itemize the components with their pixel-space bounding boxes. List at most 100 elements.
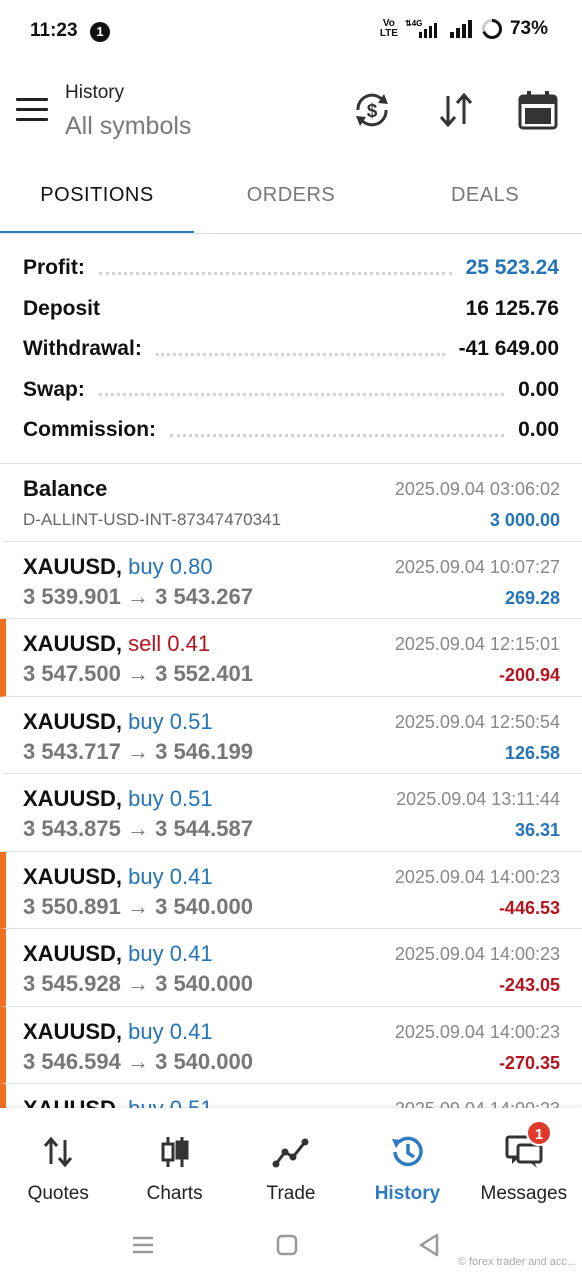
summary-label: Swap: — [23, 377, 85, 401]
position-title: XAUUSD, sell 0.41 — [23, 631, 210, 657]
position-side: buy 0.51 — [128, 1096, 212, 1108]
volte-icon: Vo LTE — [379, 18, 398, 39]
position-title: XAUUSD, buy 0.51 — [23, 1096, 213, 1108]
position-prices: 3 546.594 → 3 540.000 — [23, 1048, 253, 1074]
position-row[interactable]: XAUUSD, buy 0.41 3 545.928 → 3 540.000 202… — [0, 929, 582, 1007]
tab-positions[interactable]: POSITIONS — [0, 164, 194, 234]
position-profit: 36.31 — [514, 820, 560, 840]
position-profit: 126.58 — [504, 742, 560, 763]
position-symbol: XAUUSD, — [23, 553, 123, 579]
position-side-label: buy — [128, 553, 164, 579]
svg-text:$: $ — [367, 101, 378, 122]
balance-row[interactable]: Balance D-ALLINT-USD-INT-87347470341 202… — [0, 464, 582, 542]
position-time: 2025.09.04 14:00:23 — [395, 1099, 560, 1108]
tab-orders[interactable]: ORDERS — [194, 164, 388, 234]
position-volume: 0.41 — [169, 1018, 213, 1044]
signal-bars-icon — [449, 20, 472, 38]
nav-charts[interactable]: Charts — [116, 1108, 232, 1212]
position-side-label: buy — [128, 1018, 164, 1044]
home-icon[interactable] — [274, 1232, 300, 1258]
position-prices: 3 550.891 → 3 540.000 — [23, 893, 253, 919]
system-navigation-bar: © forex trader and acc... — [0, 1212, 582, 1280]
nav-label: Quotes — [27, 1183, 89, 1204]
summary-value: 0.00 — [518, 418, 559, 442]
position-title: XAUUSD, buy 0.51 — [23, 709, 213, 735]
nav-label: History — [374, 1183, 441, 1204]
summary-label: Withdrawal: — [23, 337, 142, 361]
position-row[interactable]: XAUUSD, buy 0.41 3 550.891 → 3 540.000 202… — [0, 851, 582, 929]
position-side-label: sell — [128, 631, 162, 656]
position-time: 2025.09.04 12:50:54 — [394, 711, 560, 732]
watermark: © forex trader and acc... — [457, 1256, 576, 1268]
summary-value: 25 523.24 — [465, 256, 559, 280]
dotted-leader — [155, 352, 445, 356]
summary-label: Deposit — [23, 296, 101, 320]
position-profit: -446.53 — [498, 897, 560, 918]
nav-trade[interactable]: Trade — [233, 1108, 349, 1212]
position-time: 2025.09.04 13:11:44 — [396, 789, 560, 809]
position-row[interactable]: XAUUSD, buy 0.51 3 543.875 → 3 544.587 202… — [0, 774, 582, 852]
position-volume: 0.80 — [169, 553, 213, 579]
positions-list[interactable]: Balance D-ALLINT-USD-INT-87347470341 202… — [0, 464, 582, 1108]
position-row[interactable]: XAUUSD, buy 0.41 3 546.594 → 3 540.000 202… — [0, 1006, 582, 1084]
dotted-leader — [98, 393, 505, 397]
position-volume: 0.51 — [170, 1096, 213, 1108]
balance-account: D-ALLINT-USD-INT-87347470341 — [23, 510, 281, 529]
summary-swap: Swap: 0.00 — [0, 370, 582, 411]
position-title: XAUUSD, buy 0.41 — [23, 941, 213, 967]
balance-amount: 3 000.00 — [489, 510, 560, 530]
tab-deals[interactable]: DEALS — [388, 164, 582, 234]
balance-title: Balance — [23, 476, 108, 501]
position-row[interactable]: XAUUSD, buy 0.51 2025.09.04 14:00:23 — [0, 1084, 582, 1108]
notification-count-icon: 1 — [90, 22, 110, 42]
nav-messages[interactable]: Messages 1 — [466, 1108, 582, 1212]
bottom-navigation: Quotes Charts Trade History Messages 1 — [0, 1108, 582, 1212]
position-side: buy 0.41 — [128, 1019, 212, 1044]
sort-arrows-icon[interactable] — [434, 88, 478, 132]
position-time: 2025.09.04 12:15:01 — [394, 634, 560, 654]
page-title: History — [65, 82, 125, 103]
currency-refresh-icon[interactable]: $ — [350, 88, 394, 132]
status-icons: Vo LTE ⇅4G 73% — [380, 18, 548, 40]
position-volume: 0.41 — [169, 863, 213, 889]
position-prices: 3 543.717 → 3 546.199 — [23, 738, 253, 764]
position-row[interactable]: XAUUSD, sell 0.41 3 547.500 → 3 552.401 20… — [0, 619, 582, 697]
position-symbol: XAUUSD, — [23, 941, 123, 966]
messages-badge: 1 — [526, 1120, 553, 1146]
position-symbol: XAUUSD, — [23, 786, 123, 811]
nav-label: Messages — [480, 1183, 568, 1204]
position-prices: 3 539.901 → 3 543.267 — [23, 583, 253, 609]
position-row[interactable]: XAUUSD, buy 0.80 3 539.901 → 3 543.267 202… — [0, 542, 582, 619]
nav-quotes[interactable]: Quotes — [0, 1108, 116, 1212]
symbol-filter[interactable]: All symbols — [65, 112, 191, 141]
summary-label: Profit: — [23, 256, 85, 280]
position-profit: -243.05 — [498, 975, 560, 995]
nav-history[interactable]: History — [349, 1108, 465, 1212]
position-row[interactable]: XAUUSD, buy 0.51 3 543.717 → 3 546.199 202… — [0, 697, 582, 774]
recents-icon[interactable] — [130, 1232, 156, 1258]
quotes-arrows-icon — [44, 1136, 73, 1168]
position-symbol: XAUUSD, — [23, 863, 123, 889]
position-symbol: XAUUSD, — [23, 708, 123, 734]
summary-value: 0.00 — [518, 377, 559, 401]
nav-label: Trade — [266, 1183, 316, 1204]
position-side: buy 0.80 — [128, 554, 212, 579]
app-bar: History All symbols $ — [0, 64, 582, 164]
dotted-leader — [170, 433, 505, 437]
signal-4g-icon: ⇅4G — [405, 19, 437, 38]
status-time: 11:23 — [30, 20, 78, 41]
position-prices: 3 543.875 → 3 544.587 — [23, 816, 253, 841]
summary-deposit: Deposit 16 125.76 — [0, 289, 582, 330]
position-profit: -270.35 — [498, 1052, 560, 1073]
hamburger-menu-icon[interactable] — [16, 98, 48, 122]
summary-commission: Commission: 0.00 — [0, 410, 582, 451]
position-symbol: XAUUSD, — [23, 1096, 122, 1108]
position-side-label: buy — [128, 941, 164, 966]
history-summary: Profit: 25 523.24 Deposit 16 125.76 With… — [0, 248, 582, 451]
back-icon[interactable] — [416, 1232, 442, 1258]
history-clock-icon — [392, 1136, 424, 1167]
position-volume: 0.41 — [167, 631, 211, 656]
position-time: 2025.09.04 14:00:23 — [394, 1021, 560, 1042]
calendar-icon[interactable] — [516, 88, 560, 132]
history-tabs: POSITIONS ORDERS DEALS — [0, 164, 582, 234]
